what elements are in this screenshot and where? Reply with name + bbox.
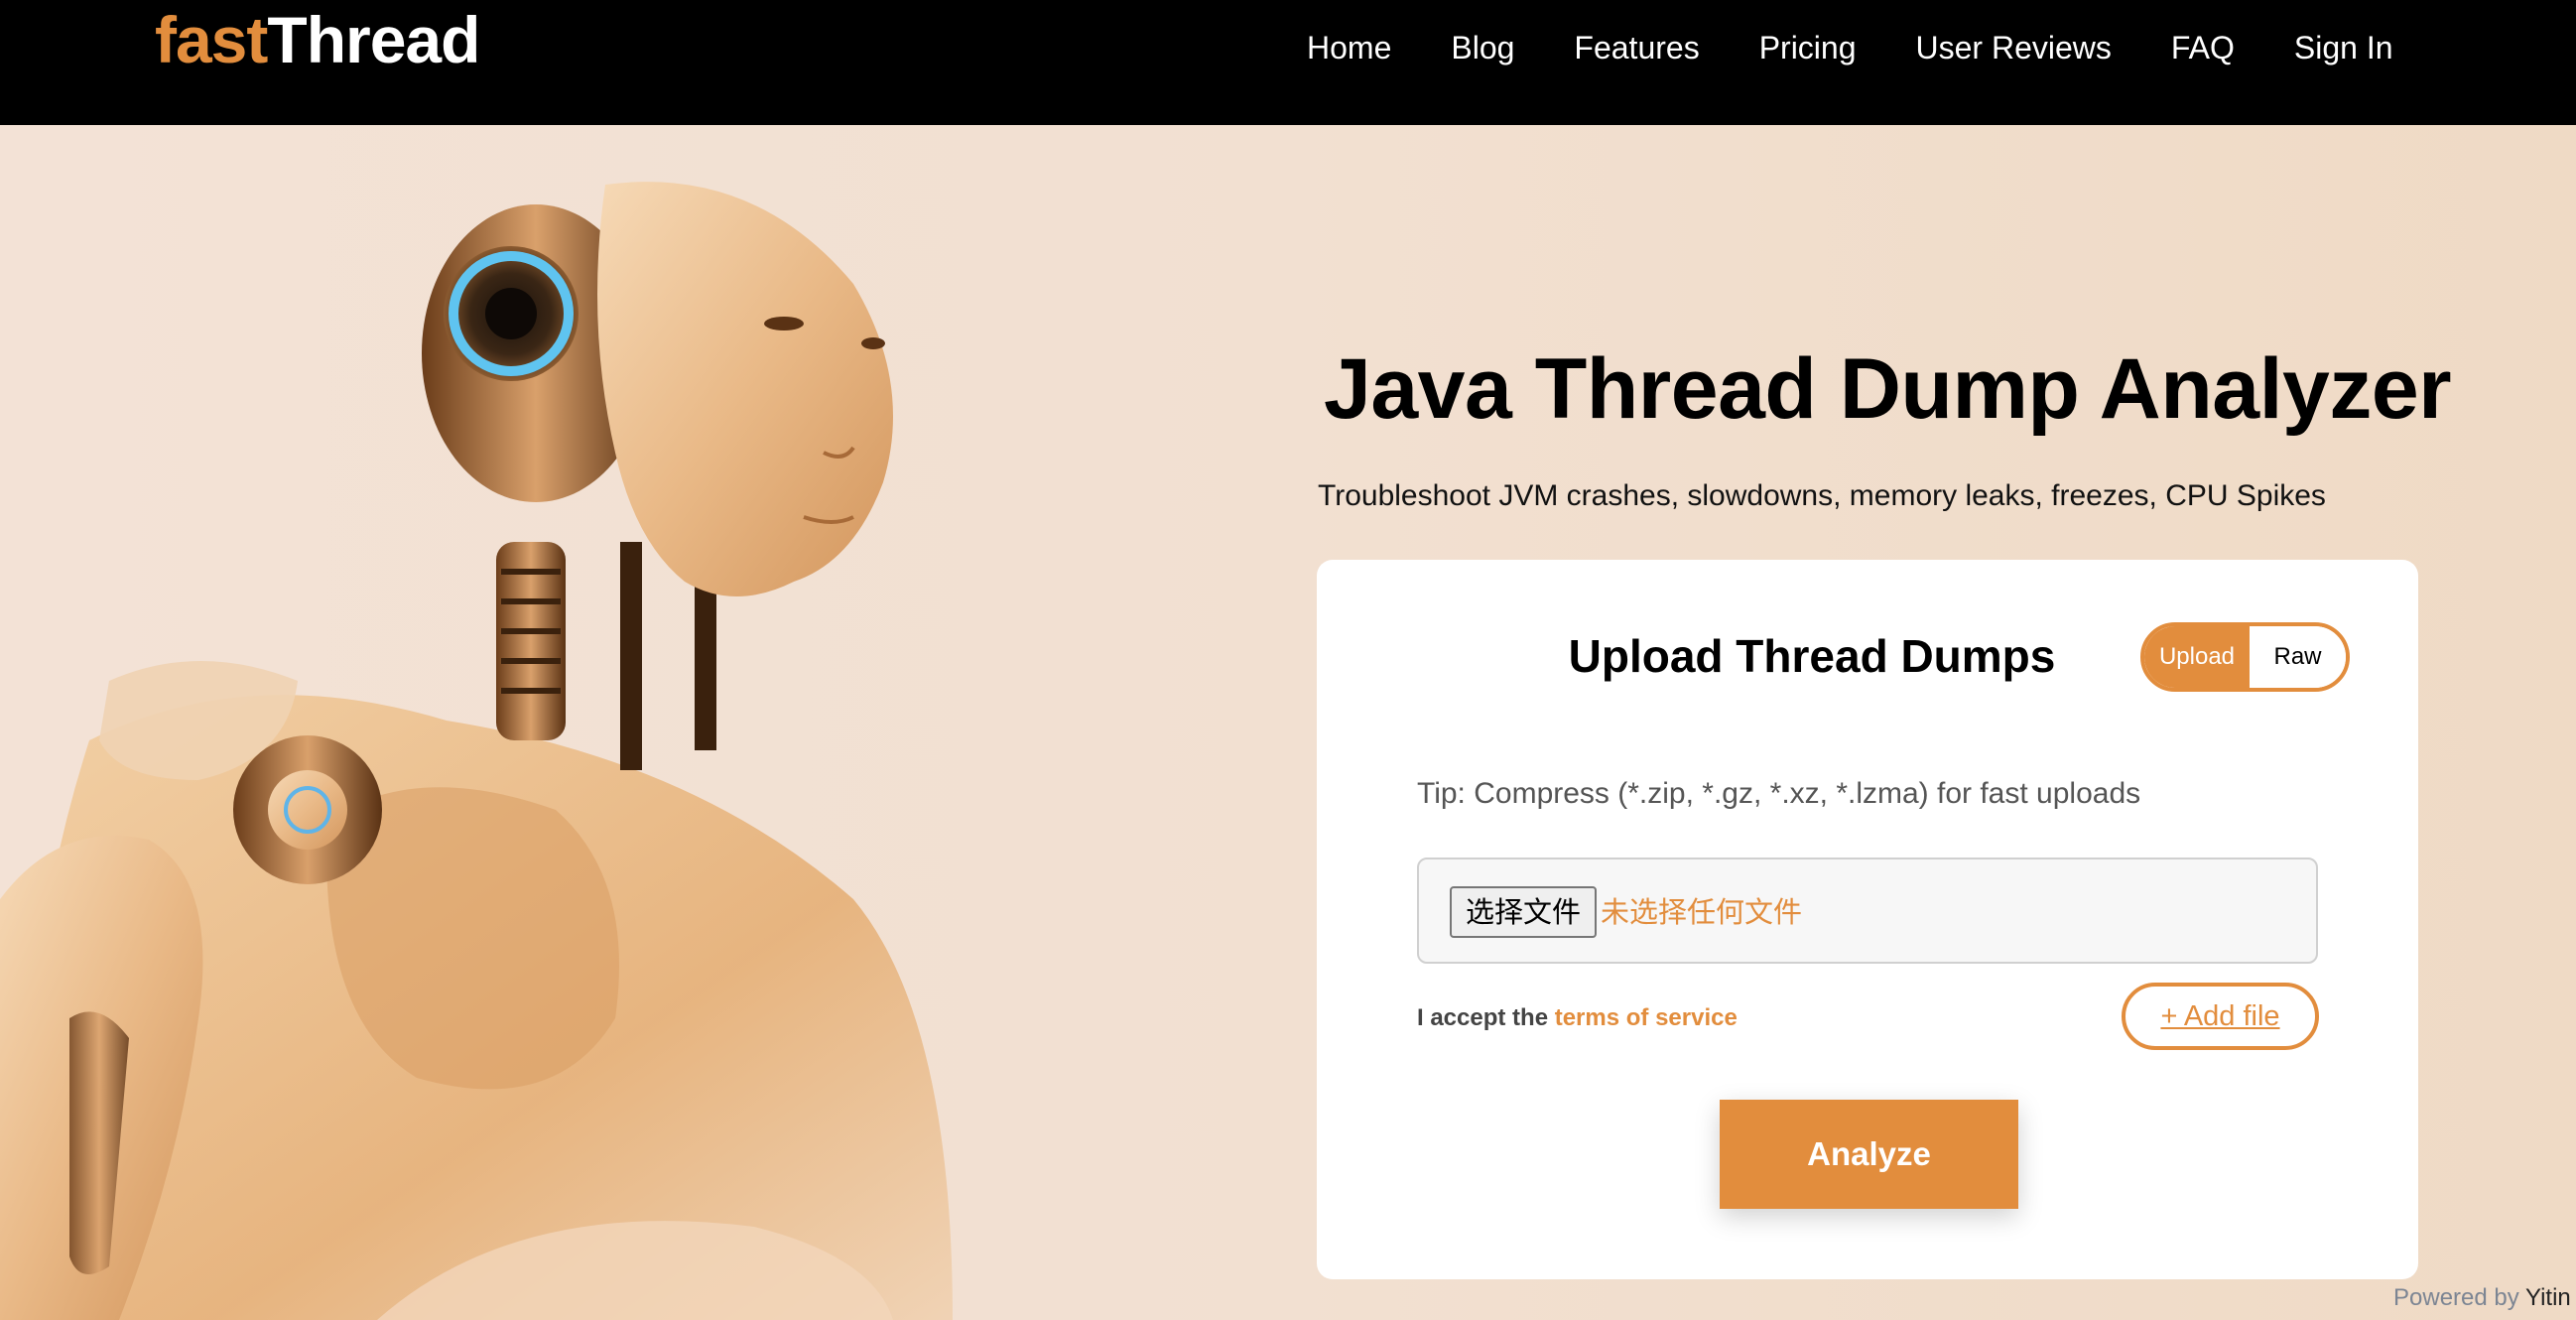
nav-sign-in[interactable]: Sign In — [2294, 26, 2393, 69]
powered-by: Powered by Yitin — [2393, 1282, 2571, 1314]
main-nav: Home Blog Features Pricing User Reviews … — [1307, 26, 2393, 69]
compress-tip: Tip: Compress (*.zip, *.gz, *.xz, *.lzma… — [1417, 777, 2141, 810]
upload-card: Upload Thread Dumps Upload Raw Tip: Comp… — [1317, 560, 2418, 1279]
nav-features[interactable]: Features — [1574, 26, 1699, 69]
toggle-upload[interactable]: Upload — [2144, 626, 2250, 688]
page: fastThread Home Blog Features Pricing Us… — [0, 0, 2576, 1320]
powered-by-label: Powered by — [2393, 1284, 2519, 1311]
toggle-raw[interactable]: Raw — [2250, 626, 2346, 688]
robot-illustration — [0, 182, 953, 1320]
mode-toggle[interactable]: Upload Raw — [2140, 622, 2350, 692]
upload-card-title: Upload Thread Dumps — [1568, 630, 2056, 682]
terms-of-service-link[interactable]: terms of service — [1555, 1004, 1738, 1031]
file-input[interactable]: 选择文件 未选择任何文件 — [1417, 858, 2318, 964]
nav-user-reviews[interactable]: User Reviews — [1916, 26, 2112, 69]
terms-acceptance: I accept the terms of service — [1417, 998, 1738, 1038]
logo-fast: fast — [155, 3, 268, 76]
nav-pricing[interactable]: Pricing — [1759, 26, 1857, 69]
logo[interactable]: fastThread — [155, 2, 480, 77]
file-status: 未选择任何文件 — [1601, 895, 1803, 929]
powered-by-brand[interactable]: Yitin — [2525, 1284, 2571, 1311]
choose-file-button[interactable]: 选择文件 — [1450, 886, 1598, 938]
nav-faq[interactable]: FAQ — [2171, 26, 2235, 69]
nav-home[interactable]: Home — [1307, 26, 1391, 69]
add-file-button[interactable]: + Add file — [2122, 983, 2319, 1050]
analyze-button[interactable]: Analyze — [1720, 1100, 2018, 1209]
terms-prefix: I accept the — [1417, 1004, 1549, 1031]
page-title: Java Thread Dump Analyzer — [1324, 341, 2452, 437]
page-subtitle: Troubleshoot JVM crashes, slowdowns, mem… — [1318, 479, 2326, 512]
top-nav-bar: fastThread Home Blog Features Pricing Us… — [0, 0, 2576, 125]
logo-thread: Thread — [267, 3, 480, 76]
nav-blog[interactable]: Blog — [1451, 26, 1514, 69]
